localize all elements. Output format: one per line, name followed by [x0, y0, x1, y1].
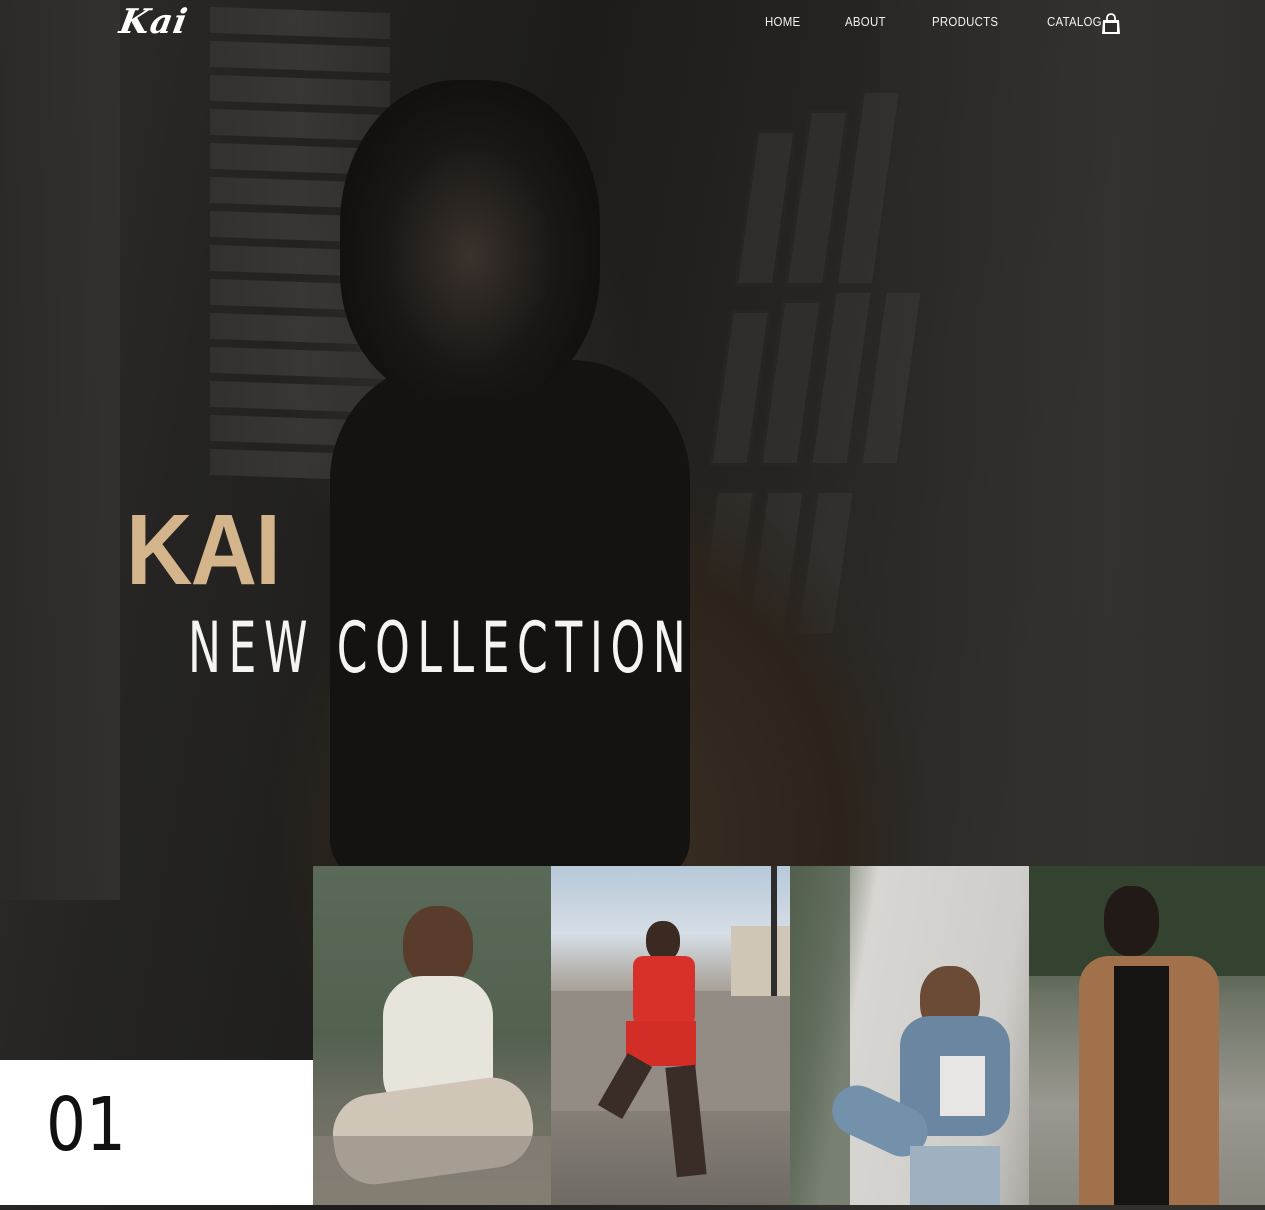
hero-subtitle: NEW COLLECTION	[188, 607, 694, 689]
slide-index: 01	[46, 1082, 127, 1168]
main-menu: HOME ABOUT PRODUCTS CATALOG	[765, 14, 1109, 29]
collection-photo-3[interactable]	[790, 866, 1029, 1205]
collection-photo-1[interactable]	[313, 866, 551, 1205]
shopping-bag-icon[interactable]	[1101, 13, 1121, 35]
brand-title: KAI	[126, 494, 281, 606]
site-logo[interactable]: Kai	[116, 2, 191, 42]
nav-catalog-link[interactable]: CATALOG	[1047, 14, 1102, 29]
nav-about-link[interactable]: ABOUT	[845, 14, 886, 29]
collection-photo-2[interactable]	[551, 866, 790, 1205]
collection-gallery	[313, 866, 1265, 1205]
collection-photo-4[interactable]	[1029, 866, 1265, 1205]
nav-home-link[interactable]: HOME	[765, 14, 800, 29]
nav-products-link[interactable]: PRODUCTS	[932, 14, 998, 29]
top-navigation: Kai HOME ABOUT PRODUCTS CATALOG	[0, 0, 1265, 48]
